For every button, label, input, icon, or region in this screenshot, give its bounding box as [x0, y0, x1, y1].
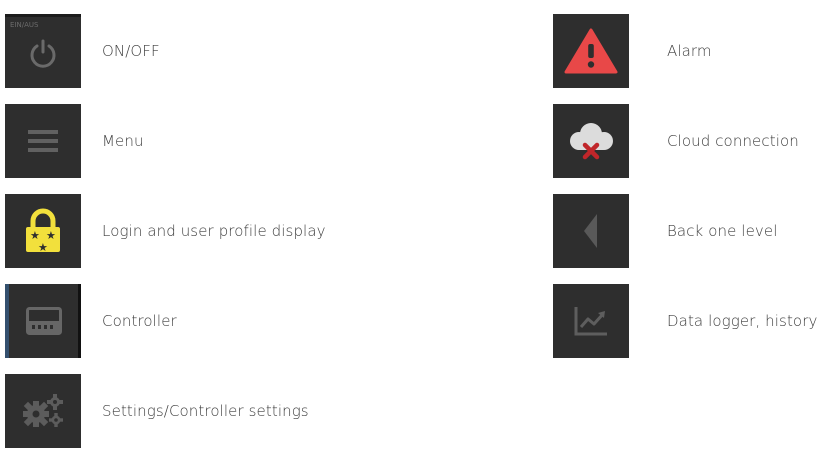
legend-entry-menu: Menu	[5, 104, 144, 178]
onoff-label: ON/OFF	[102, 42, 160, 60]
datalogger-tile	[553, 284, 629, 358]
settings-tile	[5, 374, 81, 448]
power-icon	[30, 39, 56, 68]
legend-entry-login: ★ ★ ★ Login and user profile display	[5, 194, 326, 268]
settings-label: Settings/Controller settings	[102, 402, 309, 420]
back-label: Back one level	[667, 222, 778, 240]
menu-tile	[5, 104, 81, 178]
menu-label: Menu	[102, 132, 144, 150]
cloud-tile	[553, 104, 629, 178]
controller-tile	[5, 284, 81, 358]
legend-entry-cloud: Cloud connection	[553, 104, 799, 178]
legend-entry-alarm: Alarm	[553, 14, 712, 88]
cloud-label: Cloud connection	[667, 132, 799, 150]
tile-caption: EIN/AUS	[10, 21, 39, 29]
svg-text:★: ★	[38, 241, 48, 254]
padlock-icon: ★ ★ ★	[26, 208, 60, 254]
controller-label: Controller	[102, 312, 177, 330]
legend-entry-datalogger: Data logger, history	[553, 284, 817, 358]
alarm-triangle-icon	[564, 28, 618, 74]
alarm-tile	[553, 14, 629, 88]
cloud-disconnected-icon	[570, 123, 613, 160]
datalogger-label: Data logger, history	[667, 312, 818, 330]
alarm-label: Alarm	[667, 42, 712, 60]
legend-entry-settings: Settings/Controller settings	[5, 374, 309, 448]
legend-entry-onoff: EIN/AUS ON/OFF	[5, 14, 160, 88]
hamburger-menu-icon	[28, 130, 58, 152]
chart-trend-icon	[574, 307, 607, 336]
login-tile: ★ ★ ★	[5, 194, 81, 268]
back-tile	[553, 194, 629, 268]
onoff-tile: EIN/AUS	[5, 14, 81, 88]
login-label: Login and user profile display	[102, 222, 326, 240]
back-arrow-icon	[584, 214, 597, 248]
legend-entry-back: Back one level	[553, 194, 777, 268]
gears-icon	[23, 394, 63, 427]
controller-display-icon	[25, 307, 62, 335]
legend-entry-controller: Controller	[5, 284, 177, 358]
